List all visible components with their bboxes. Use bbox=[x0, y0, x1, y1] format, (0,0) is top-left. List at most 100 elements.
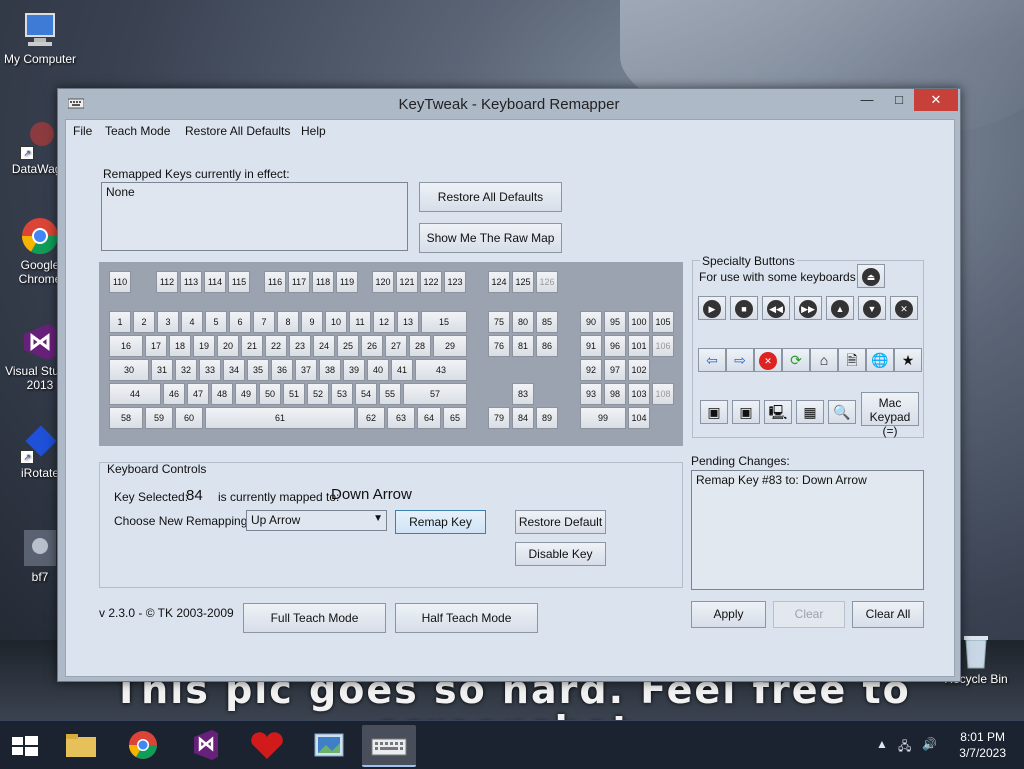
key-117[interactable]: 117 bbox=[288, 271, 310, 293]
show-hidden-icons[interactable]: ▲ bbox=[876, 737, 888, 751]
menu-help[interactable]: Help bbox=[301, 124, 326, 138]
key-13[interactable]: 13 bbox=[397, 311, 419, 333]
key-116[interactable]: 116 bbox=[264, 271, 286, 293]
key-97[interactable]: 97 bbox=[604, 359, 626, 381]
key-104[interactable]: 104 bbox=[628, 407, 650, 429]
key-91[interactable]: 91 bbox=[580, 335, 602, 357]
key-119[interactable]: 119 bbox=[336, 271, 358, 293]
key-122[interactable]: 122 bbox=[420, 271, 442, 293]
key-90[interactable]: 90 bbox=[580, 311, 602, 333]
key-5[interactable]: 5 bbox=[205, 311, 227, 333]
disable-key-button[interactable]: Disable Key bbox=[515, 542, 606, 566]
key-31[interactable]: 31 bbox=[151, 359, 173, 381]
minimize-button[interactable]: — bbox=[854, 89, 880, 111]
stop-button[interactable]: ■ bbox=[730, 296, 758, 320]
key-16[interactable]: 16 bbox=[109, 335, 143, 357]
key-38[interactable]: 38 bbox=[319, 359, 341, 381]
key-18[interactable]: 18 bbox=[169, 335, 191, 357]
menu-file[interactable]: File bbox=[73, 124, 92, 138]
key-54[interactable]: 54 bbox=[355, 383, 377, 405]
remapping-select[interactable]: Up Arrow ▼ bbox=[246, 510, 387, 531]
key-84[interactable]: 84 bbox=[512, 407, 534, 429]
key-115[interactable]: 115 bbox=[228, 271, 250, 293]
key-118[interactable]: 118 bbox=[312, 271, 334, 293]
key-124[interactable]: 124 bbox=[488, 271, 510, 293]
key-95[interactable]: 95 bbox=[604, 311, 626, 333]
key-65[interactable]: 65 bbox=[443, 407, 467, 429]
key-35[interactable]: 35 bbox=[247, 359, 269, 381]
eject-button[interactable]: ⏏ bbox=[857, 264, 885, 288]
key-19[interactable]: 19 bbox=[193, 335, 215, 357]
key-106[interactable]: 106 bbox=[652, 335, 674, 357]
full-teach-mode-button[interactable]: Full Teach Mode bbox=[243, 603, 386, 633]
maximize-button[interactable]: □ bbox=[886, 89, 912, 111]
key-3[interactable]: 3 bbox=[157, 311, 179, 333]
menu-restore-all-defaults[interactable]: Restore All Defaults bbox=[185, 124, 290, 138]
key-44[interactable]: 44 bbox=[109, 383, 161, 405]
volume-icon[interactable]: 🔊 bbox=[922, 737, 937, 751]
key-29[interactable]: 29 bbox=[433, 335, 467, 357]
clock[interactable]: 8:01 PM 3/7/2023 bbox=[959, 729, 1006, 761]
taskbar-chrome[interactable] bbox=[116, 725, 170, 765]
key-114[interactable]: 114 bbox=[204, 271, 226, 293]
key-24[interactable]: 24 bbox=[313, 335, 335, 357]
mail-button[interactable]: ▣ bbox=[700, 400, 728, 424]
key-10[interactable]: 10 bbox=[325, 311, 347, 333]
key-61[interactable]: 61 bbox=[205, 407, 355, 429]
play-button[interactable]: ▶ bbox=[698, 296, 726, 320]
key-89[interactable]: 89 bbox=[536, 407, 558, 429]
taskbar-keytweak[interactable] bbox=[362, 725, 416, 767]
key-37[interactable]: 37 bbox=[295, 359, 317, 381]
key-101[interactable]: 101 bbox=[628, 335, 650, 357]
key-22[interactable]: 22 bbox=[265, 335, 287, 357]
volume-up-button[interactable]: ▲ bbox=[826, 296, 854, 320]
key-100[interactable]: 100 bbox=[628, 311, 650, 333]
key-113[interactable]: 113 bbox=[180, 271, 202, 293]
key-120[interactable]: 120 bbox=[372, 271, 394, 293]
key-34[interactable]: 34 bbox=[223, 359, 245, 381]
key-47[interactable]: 47 bbox=[187, 383, 209, 405]
key-25[interactable]: 25 bbox=[337, 335, 359, 357]
key-103[interactable]: 103 bbox=[628, 383, 650, 405]
browser-home-button[interactable]: ⌂ bbox=[810, 348, 838, 372]
mute-button[interactable]: ✕ bbox=[890, 296, 918, 320]
taskbar-file-explorer[interactable] bbox=[54, 725, 108, 765]
key-4[interactable]: 4 bbox=[181, 311, 203, 333]
key-8[interactable]: 8 bbox=[277, 311, 299, 333]
my-computer-button[interactable]: 🖳 bbox=[764, 400, 792, 424]
remapped-keys-list[interactable]: None bbox=[101, 182, 408, 251]
key-125[interactable]: 125 bbox=[512, 271, 534, 293]
key-23[interactable]: 23 bbox=[289, 335, 311, 357]
key-60[interactable]: 60 bbox=[175, 407, 203, 429]
pending-changes-list[interactable]: Remap Key #83 to: Down Arrow bbox=[691, 470, 924, 590]
browser-refresh-button[interactable]: ⟳ bbox=[782, 348, 810, 372]
key-57[interactable]: 57 bbox=[403, 383, 467, 405]
key-46[interactable]: 46 bbox=[163, 383, 185, 405]
key-79[interactable]: 79 bbox=[488, 407, 510, 429]
restore-all-defaults-button[interactable]: Restore All Defaults bbox=[419, 182, 562, 212]
mac-keypad-button[interactable]: Mac Keypad (=) bbox=[861, 392, 919, 438]
key-112[interactable]: 112 bbox=[156, 271, 178, 293]
key-41[interactable]: 41 bbox=[391, 359, 413, 381]
taskbar-photo-app[interactable] bbox=[302, 725, 356, 765]
key-98[interactable]: 98 bbox=[604, 383, 626, 405]
apply-button[interactable]: Apply bbox=[691, 601, 766, 628]
key-62[interactable]: 62 bbox=[357, 407, 385, 429]
key-26[interactable]: 26 bbox=[361, 335, 383, 357]
key-40[interactable]: 40 bbox=[367, 359, 389, 381]
key-36[interactable]: 36 bbox=[271, 359, 293, 381]
key-121[interactable]: 121 bbox=[396, 271, 418, 293]
key-63[interactable]: 63 bbox=[387, 407, 415, 429]
key-12[interactable]: 12 bbox=[373, 311, 395, 333]
next-track-button[interactable]: ▶▶ bbox=[794, 296, 822, 320]
key-33[interactable]: 33 bbox=[199, 359, 221, 381]
media-select-button[interactable]: ▣ bbox=[732, 400, 760, 424]
key-81[interactable]: 81 bbox=[512, 335, 534, 357]
key-11[interactable]: 11 bbox=[349, 311, 371, 333]
browser-favorites-button[interactable]: ★ bbox=[894, 348, 922, 372]
key-102[interactable]: 102 bbox=[628, 359, 650, 381]
key-20[interactable]: 20 bbox=[217, 335, 239, 357]
key-27[interactable]: 27 bbox=[385, 335, 407, 357]
title-bar[interactable]: KeyTweak - Keyboard Remapper — □ ✕ bbox=[58, 89, 960, 119]
menu-teach-mode[interactable]: Teach Mode bbox=[105, 124, 170, 138]
